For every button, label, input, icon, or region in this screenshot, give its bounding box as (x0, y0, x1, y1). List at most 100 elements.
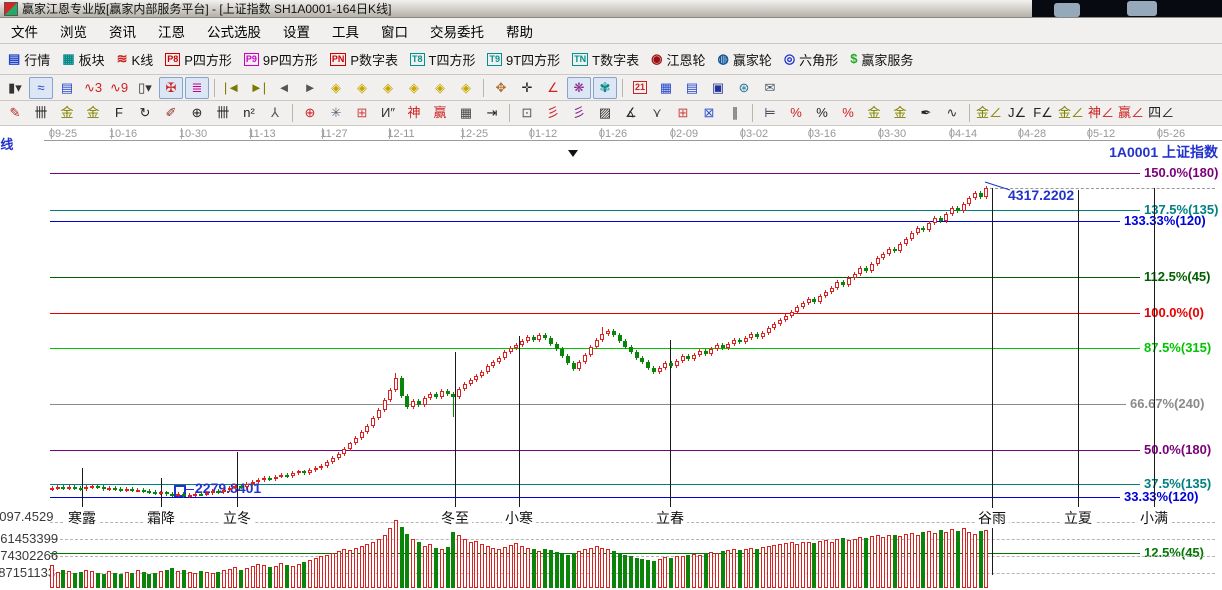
grid-numbers-icon[interactable]: ▦ (454, 102, 478, 124)
spiral-brain-tool-icon[interactable]: ✾ (593, 77, 617, 99)
volume-profile-icon[interactable]: ≣ (185, 77, 209, 99)
toolbar-button-p-square[interactable]: P8P四方形 (159, 48, 238, 71)
first-page-icon[interactable]: |◄ (220, 77, 244, 99)
pan-hand-icon[interactable]: ✥ (489, 77, 513, 99)
toolbar-button-gann-wheel[interactable]: ◉江恩轮 (645, 48, 711, 71)
last-page-icon[interactable]: ►| (246, 77, 270, 99)
menu-item-window[interactable]: 窗口 (370, 21, 419, 41)
fan-box-dark-icon[interactable]: ▨ (593, 102, 617, 124)
gann-diamond-x-icon[interactable]: ◈ (402, 77, 426, 99)
percent-icon[interactable]: % (810, 102, 834, 124)
menu-item-formula-picker[interactable]: 公式选股 (196, 21, 272, 41)
calendar-icon[interactable]: 21 (628, 77, 652, 99)
price-ladder-icon[interactable]: ⊨ (758, 102, 782, 124)
gann-diamond-all-icon[interactable]: ◈ (454, 77, 478, 99)
period-dropdown-icon[interactable]: ▮▾ (3, 77, 27, 99)
marker-pen-icon[interactable]: ✐ (159, 102, 183, 124)
toolbar-button-p-number-table[interactable]: PNP数字表 (324, 48, 404, 71)
pane-tab-kline[interactable]: K线 (0, 134, 13, 153)
toolbar-button-kline[interactable]: ≋K线 (111, 48, 160, 71)
toolbar-button-hexagon[interactable]: ◎六角形 (778, 48, 844, 71)
fan-box-purple-icon[interactable]: 彡 (567, 102, 591, 124)
shift-right-icon[interactable]: ⇥ (480, 102, 504, 124)
toolbar-button-t9-square[interactable]: T99T四方形 (481, 48, 566, 71)
parallel-lines-icon[interactable]: ∥ (723, 102, 747, 124)
gann-mark-tool-icon[interactable]: ✠ (159, 77, 183, 99)
gann-diamond-left-icon[interactable]: ◈ (324, 77, 348, 99)
gann-diamond-star-icon[interactable]: ◈ (428, 77, 452, 99)
clock-circle-icon[interactable]: ⊕ (185, 102, 209, 124)
menu-item-news[interactable]: 资讯 (98, 21, 147, 41)
quote-board-icon[interactable]: ▤ (55, 77, 79, 99)
volume-bar (331, 553, 335, 588)
pivot-mark-icon[interactable]: И″ (376, 102, 400, 124)
toolbar-button-winner-wheel[interactable]: ◍赢家轮 (711, 48, 777, 71)
square-web-icon[interactable]: ⊞ (350, 102, 374, 124)
brush-2-icon[interactable]: ✒ (914, 102, 938, 124)
gold-scale-2-icon[interactable]: 金 (81, 102, 105, 124)
percent-line-icon[interactable]: % (836, 102, 860, 124)
gold-angle-2-icon[interactable]: 金∠ (1057, 102, 1085, 124)
f-scale-icon[interactable]: F (107, 102, 131, 124)
shen-tool-icon[interactable]: 神 (402, 102, 426, 124)
comb-scale-2-icon[interactable]: 卌 (211, 102, 235, 124)
gold-scale-1-icon[interactable]: 金 (55, 102, 79, 124)
wave-3-icon[interactable]: ∿3 (81, 77, 105, 99)
percent-slash-icon[interactable]: % (784, 102, 808, 124)
toolbar-button-winner-service[interactable]: $赢家服务 (844, 48, 919, 71)
menu-item-tools[interactable]: 工具 (321, 21, 370, 41)
shen-angle-icon[interactable]: 神∠ (1087, 102, 1115, 124)
j-angle-icon[interactable]: J∠ (1005, 102, 1029, 124)
menu-item-settings[interactable]: 设置 (272, 21, 321, 41)
crosshair-icon[interactable]: ✛ (515, 77, 539, 99)
grid-dots-red-icon[interactable]: ⊞ (671, 102, 695, 124)
candle-body (491, 362, 495, 366)
ying-tool-icon[interactable]: 赢 (428, 102, 452, 124)
menu-item-file[interactable]: 文件 (0, 21, 49, 41)
toolbar-button-sectors[interactable]: ▦板块 (56, 48, 110, 71)
gann-diamond-h-icon[interactable]: ◈ (376, 77, 400, 99)
wave-window-icon[interactable]: ∿ (940, 102, 964, 124)
toolbar-button-quotes[interactable]: ▤行情 (2, 48, 56, 71)
n-square-icon[interactable]: n² (237, 102, 261, 124)
spiral-icon[interactable]: ↻ (133, 102, 157, 124)
chart-area[interactable]: 09-2510-1610-3011-1311-2712-1112-2501-12… (0, 126, 1222, 590)
menu-item-browse[interactable]: 浏览 (49, 21, 98, 41)
v-channel-icon[interactable]: ⋎ (645, 102, 669, 124)
toolbar-button-t-number-table[interactable]: TNT数字表 (566, 48, 645, 71)
next-bar-icon[interactable]: ► (298, 77, 322, 99)
menu-item-help[interactable]: 帮助 (495, 21, 544, 41)
f-angle-icon[interactable]: F∠ (1031, 102, 1055, 124)
gold-angle-icon[interactable]: 金∠ (975, 102, 1003, 124)
spider-web-icon[interactable]: ✳ (324, 102, 348, 124)
candle-style-dropdown-icon[interactable]: ▯▾ (133, 77, 157, 99)
comb-scale-1-icon[interactable]: 卌 (29, 102, 53, 124)
ying-angle-icon[interactable]: 赢∠ (1117, 102, 1145, 124)
fan-rays-icon[interactable]: 彡 (541, 102, 565, 124)
angle-lines-icon[interactable]: ∡ (619, 102, 643, 124)
web-share-icon[interactable]: ⊛ (732, 77, 756, 99)
brush-red-icon[interactable]: ✎ (3, 102, 27, 124)
target-cross-icon[interactable]: ⊕ (298, 102, 322, 124)
gann-square-tool-icon[interactable]: ❋ (567, 77, 591, 99)
save-icon[interactable]: ▣ (706, 77, 730, 99)
box-range-icon[interactable]: ⊡ (515, 102, 539, 124)
gold-lines-icon[interactable]: 金 (888, 102, 912, 124)
mirror-angle-icon[interactable]: ⅄ (263, 102, 287, 124)
notepad-icon[interactable]: ▤ (680, 77, 704, 99)
overlay-chart-icon[interactable]: ≈ (29, 77, 53, 99)
prev-bar-icon[interactable]: ◄ (272, 77, 296, 99)
gold-circle-icon[interactable]: 金 (862, 102, 886, 124)
toolbar-button-t-square[interactable]: T8T四方形 (404, 48, 481, 71)
menu-item-trade[interactable]: 交易委托 (419, 21, 495, 41)
menu-item-gann[interactable]: 江恩 (147, 21, 196, 41)
send-mail-icon[interactable]: ✉ (758, 77, 782, 99)
calculator-icon[interactable]: ▦ (654, 77, 678, 99)
gann-diamond-right-icon[interactable]: ◈ (350, 77, 374, 99)
angle-ruler-icon[interactable]: ∠ (541, 77, 565, 99)
si-angle-icon[interactable]: 四∠ (1147, 102, 1175, 124)
wave-9-icon[interactable]: ∿9 (107, 77, 131, 99)
toolbar-button-p9-square[interactable]: P99P四方形 (238, 48, 324, 71)
grid-box-blue-icon[interactable]: ⊠ (697, 102, 721, 124)
collapse-arrow[interactable] (568, 150, 578, 157)
